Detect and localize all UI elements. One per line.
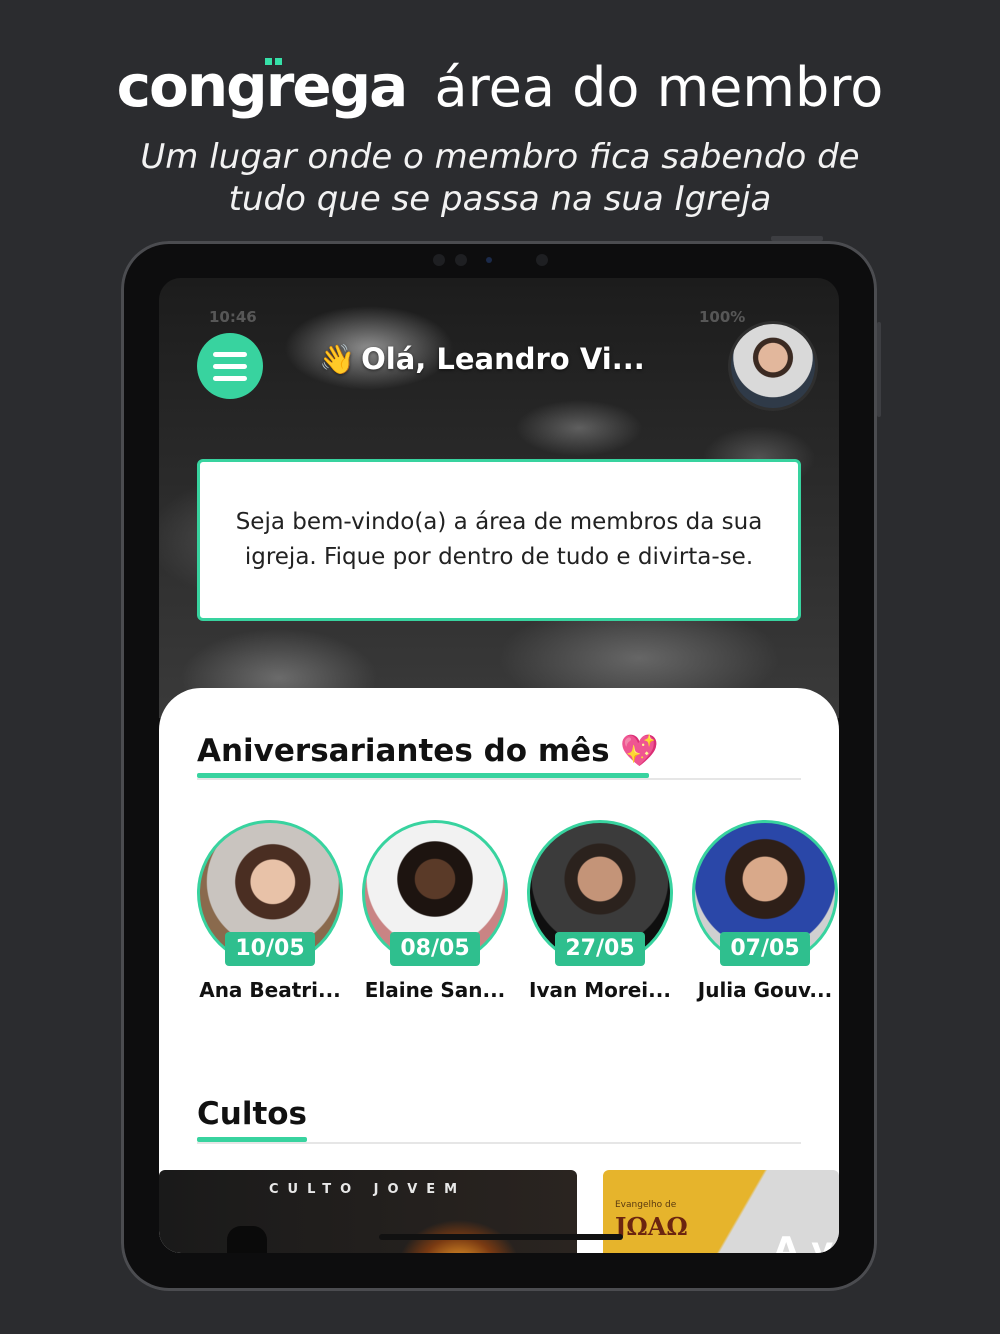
camera-bar <box>431 253 571 267</box>
cultos-title-underline <box>197 1137 307 1142</box>
subtitle-line-2: tudo que se passa na sua Igreja <box>228 179 772 219</box>
culto-label: JΩAΩ <box>615 1212 688 1241</box>
culto-overlay-text: A v <box>773 1230 834 1253</box>
power-button <box>771 236 823 241</box>
birthdays-divider <box>197 778 801 780</box>
culto-caption: Evangelho de <box>615 1200 677 1210</box>
birthday-person[interactable]: 10/05 Ana Beatri... <box>197 820 347 1002</box>
logo-dots-icon <box>264 58 283 66</box>
menu-button[interactable] <box>197 333 263 399</box>
birthday-name: Ivan Morei... <box>529 978 671 1002</box>
volume-button <box>877 322 881 417</box>
content-panel: Aniversariantes do mês 💖 10/05 Ana Beatr… <box>159 688 839 1253</box>
subtitle: Um lugar onde o membro fica sabendo de t… <box>0 136 1000 220</box>
birthday-date: 07/05 <box>720 932 810 966</box>
cultos-divider <box>197 1142 801 1144</box>
user-avatar[interactable] <box>731 324 815 408</box>
culto-card[interactable]: Evangelho de JΩAΩ A v <box>603 1170 839 1253</box>
greeting-text: Olá, Leandro Vi... <box>361 342 645 376</box>
birthday-person[interactable]: 27/05 Ivan Morei... <box>527 820 677 1002</box>
birthday-name: Ana Beatri... <box>199 978 341 1002</box>
welcome-card: Seja bem-vindo(a) a área de membros da s… <box>197 459 801 621</box>
status-time: 10:46 <box>209 308 257 326</box>
subtitle-line-1: Um lugar onde o membro fica sabendo de <box>140 137 860 177</box>
waving-hand-icon: 👋 <box>319 342 356 376</box>
home-indicator[interactable] <box>379 1234 623 1240</box>
culto-card[interactable]: CULTO JOVEM <box>159 1170 577 1253</box>
birthday-name: Julia Gouv... <box>697 978 833 1002</box>
tagline: área do membro <box>434 56 884 119</box>
birthday-name: Elaine San... <box>364 978 506 1002</box>
culto-label: CULTO JOVEM <box>269 1182 467 1197</box>
birthday-date: 27/05 <box>555 932 645 966</box>
raised-hand-icon <box>227 1226 267 1253</box>
status-battery: 100% <box>699 308 746 326</box>
birthday-date: 10/05 <box>225 932 315 966</box>
app-screen: 10:46 100% 👋 Olá, Leandro Vi... Seja bem-… <box>159 278 839 1253</box>
birthday-person[interactable]: 07/05 Julia Gouv... <box>692 820 839 1002</box>
birthdays-title: Aniversariantes do mês 💖 <box>197 733 660 769</box>
birthday-date: 08/05 <box>390 932 480 966</box>
brand-logo: congrega <box>116 52 409 120</box>
cultos-title: Cultos <box>197 1096 308 1132</box>
headline: congrega área do membro <box>0 52 1000 120</box>
birthdays-title-underline <box>197 773 649 778</box>
greeting: 👋 Olá, Leandro Vi... <box>319 342 679 377</box>
birthday-person[interactable]: 08/05 Elaine San... <box>362 820 512 1002</box>
